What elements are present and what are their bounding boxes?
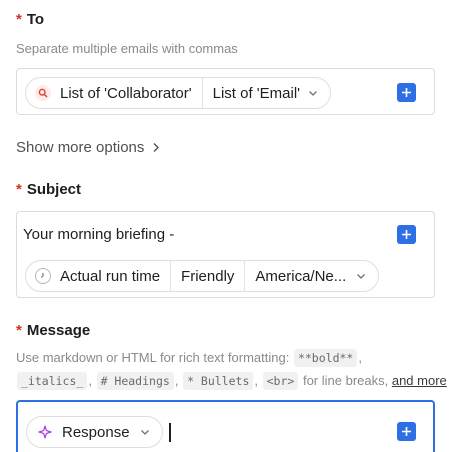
subject-token-source[interactable]: Actual run time (26, 260, 170, 292)
subject-token-timezone[interactable]: America/Ne... (244, 260, 378, 292)
message-token[interactable]: Response (26, 416, 163, 448)
to-token-source[interactable]: List of 'Collaborator' (26, 77, 202, 109)
message-label: * Message (16, 322, 90, 339)
markdown-hint-line-2: _italics_, # Headings, * Bullets, <br> f… (16, 372, 447, 390)
chevron-down-icon[interactable] (356, 271, 366, 281)
to-label: * To (16, 11, 44, 28)
subject-text[interactable]: Your morning briefing - (23, 226, 174, 243)
show-more-options[interactable]: Show more options (16, 139, 160, 156)
to-token-segment-1: List of 'Collaborator' (60, 84, 192, 102)
markdown-hint-prefix: Use markdown or HTML for rich text forma… (16, 350, 290, 365)
example-bullets: * Bullets (183, 372, 254, 390)
markdown-hint-line-1: Use markdown or HTML for rich text forma… (16, 349, 362, 367)
subject-field[interactable]: Your morning briefing - Actual run time … (16, 211, 435, 298)
example-br: <br> (262, 372, 299, 390)
markdown-hint-suffix: for line breaks, (302, 373, 389, 388)
show-more-label: Show more options (16, 139, 145, 156)
plus-icon (402, 230, 411, 239)
example-headings: # Headings (96, 372, 174, 390)
to-token[interactable]: List of 'Collaborator' List of 'Email' (25, 77, 332, 109)
to-token-segment-2: List of 'Email' (212, 84, 301, 102)
example-bold: **bold** (293, 349, 358, 367)
add-to-button[interactable] (397, 83, 416, 102)
add-message-button[interactable] (397, 422, 416, 441)
subject-token-segment-3: America/Ne... (255, 267, 347, 285)
message-token-source[interactable]: Response (27, 416, 162, 448)
sparkle-icon (38, 425, 52, 439)
chevron-down-icon[interactable] (308, 88, 318, 98)
required-mark: * (16, 181, 22, 198)
subject-token-segment-1: Actual run time (60, 267, 161, 285)
message-token-label: Response (62, 423, 130, 441)
chevron-down-icon[interactable] (140, 427, 150, 437)
plus-icon (402, 88, 411, 97)
clock-icon (35, 268, 51, 284)
subject-label-text: Subject (26, 181, 82, 198)
subject-token-format[interactable]: Friendly (170, 260, 244, 292)
to-hint: Separate multiple emails with commas (16, 41, 238, 56)
search-icon (35, 85, 51, 101)
subject-token-segment-2: Friendly (181, 267, 235, 285)
to-label-text: To (26, 11, 45, 28)
text-cursor (169, 423, 171, 442)
example-italics: _italics_ (17, 372, 88, 390)
to-token-field[interactable]: List of 'Email' (201, 77, 330, 109)
message-label-text: Message (26, 322, 91, 339)
required-mark: * (16, 11, 22, 28)
message-field[interactable]: Response (16, 400, 435, 452)
subject-token[interactable]: Actual run time Friendly America/Ne... (25, 260, 380, 292)
add-subject-button[interactable] (397, 225, 416, 244)
required-mark: * (16, 322, 22, 339)
and-more-link[interactable]: and more (392, 373, 447, 388)
plus-icon (402, 427, 411, 436)
chevron-right-icon (153, 143, 160, 152)
to-field[interactable]: List of 'Collaborator' List of 'Email' (16, 68, 435, 115)
subject-label: * Subject (16, 181, 81, 198)
